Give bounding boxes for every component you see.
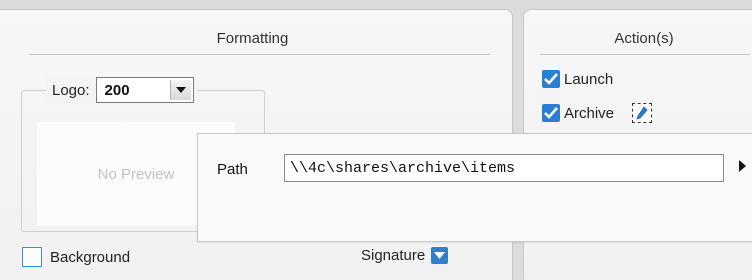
launch-checkbox[interactable] bbox=[542, 70, 560, 88]
logo-selected-value: 200 bbox=[104, 81, 130, 99]
chevron-down-icon[interactable] bbox=[431, 247, 449, 264]
path-input[interactable] bbox=[285, 155, 723, 181]
logo-label: Logo: bbox=[52, 81, 90, 99]
archive-checkbox-row[interactable]: Archive bbox=[542, 103, 653, 123]
signature-label: Signature bbox=[361, 247, 426, 264]
formatting-title: Formatting bbox=[216, 30, 289, 47]
triangle-right-icon[interactable] bbox=[739, 160, 746, 172]
logo-dropdown[interactable]: 200 bbox=[95, 77, 194, 103]
path-field[interactable] bbox=[284, 154, 724, 182]
signature-row[interactable]: Signature bbox=[361, 247, 449, 264]
preview-text: No Preview bbox=[97, 165, 175, 183]
logo-legend: Logo: 200 bbox=[46, 76, 198, 104]
archive-label: Archive bbox=[564, 104, 615, 122]
background-label: Background bbox=[50, 248, 131, 266]
actions-title: Action(s) bbox=[614, 30, 674, 47]
background-checkbox-row[interactable]: Background bbox=[22, 247, 130, 267]
background-checkbox[interactable] bbox=[22, 247, 42, 267]
path-label: Path bbox=[217, 161, 248, 178]
pencil-icon[interactable] bbox=[632, 103, 653, 123]
launch-label: Launch bbox=[564, 70, 614, 88]
chevron-down-icon[interactable] bbox=[169, 80, 191, 100]
path-popup: Path bbox=[197, 133, 752, 242]
archive-checkbox[interactable] bbox=[542, 104, 560, 122]
actions-divider bbox=[540, 54, 750, 55]
launch-checkbox-row[interactable]: Launch bbox=[542, 70, 613, 88]
formatting-divider bbox=[29, 54, 490, 55]
